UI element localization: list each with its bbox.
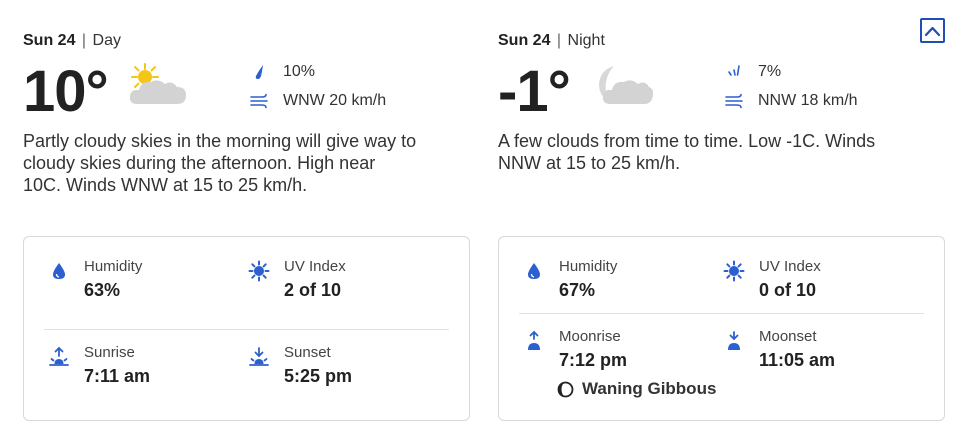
moonset-label: Moonset (759, 328, 817, 345)
wind-icon (725, 93, 743, 109)
card-divider (519, 313, 924, 314)
collapse-button[interactable] (920, 18, 945, 43)
day-wind: WNW 20 km/h (249, 92, 386, 110)
humidity-drop-icon (53, 263, 65, 279)
night-summary: A few clouds from time to time. Low -1C.… (498, 131, 876, 173)
sunrise-value: 7:11 am (84, 366, 151, 386)
night-precipitation: 7% (724, 63, 781, 81)
uv-value: 2 of 10 (284, 280, 342, 300)
night-heading: Sun 24 | Night (498, 32, 605, 50)
raindrop-icon (255, 65, 263, 79)
day-sunrise: Sunrise 7:11 am (48, 344, 150, 388)
sunset-label: Sunset (284, 344, 331, 361)
night-uv-index: UV Index 0 of 10 (723, 258, 821, 302)
night-separator: | (556, 32, 562, 49)
moonset-icon (728, 331, 740, 350)
humidity-value: 63% (84, 280, 121, 300)
uv-sun-icon (723, 260, 745, 282)
uv-sun-icon (248, 260, 270, 282)
sunrise-icon (49, 346, 69, 366)
moonrise-icon (528, 330, 540, 350)
humidity-drop-icon (528, 263, 540, 279)
uv-label: UV Index (284, 258, 346, 275)
humidity-label: Humidity (559, 258, 618, 275)
night-temperature: -1° (498, 59, 571, 124)
moonset-value: 11:05 am (759, 350, 836, 370)
day-separator: | (81, 32, 87, 49)
day-details-card: Humidity 63% UV Index 2 of 10 Sunrise 7:… (23, 236, 470, 421)
day-summary: Partly cloudy skies in the morning will … (23, 131, 417, 195)
sunset-icon (249, 347, 269, 366)
day-humidity: Humidity 63% (48, 258, 142, 302)
partly-cloudy-day-icon (129, 63, 186, 104)
moon-phase-label: Waning Gibbous (582, 379, 717, 398)
night-part-label: Night (567, 32, 605, 49)
moon-phase: Waning Gibbous (557, 379, 716, 399)
day-uv-index: UV Index 2 of 10 (248, 258, 346, 302)
day-sunset: Sunset 5:25 pm (248, 344, 352, 388)
card-divider (44, 329, 449, 330)
day-heading: Sun 24 | Day (23, 32, 121, 50)
night-moonset: Moonset 11:05 am (723, 328, 835, 372)
wind-icon (250, 93, 268, 109)
day-precipitation: 10% (249, 63, 315, 81)
sunrise-label: Sunrise (84, 344, 135, 361)
day-temperature: 10° (23, 59, 109, 124)
moonrise-value: 7:12 pm (559, 350, 628, 370)
night-moonrise: Moonrise 7:12 pm (523, 328, 627, 372)
moonrise-label: Moonrise (559, 328, 621, 345)
night-details-card: Humidity 67% UV Index 0 of 10 Moonrise 7… (498, 236, 945, 421)
day-part-label: Day (92, 32, 121, 49)
night-wind: NNW 18 km/h (724, 92, 858, 110)
day-precip-value: 10% (283, 63, 316, 80)
chevron-up-icon (924, 26, 941, 36)
day-wind-value: WNW 20 km/h (283, 92, 387, 109)
waning-gibbous-icon (557, 381, 574, 397)
partly-cloudy-night-icon (599, 66, 654, 104)
night-precip-value: 7% (758, 63, 782, 80)
sunset-value: 5:25 pm (284, 366, 353, 386)
uv-label: UV Index (759, 258, 821, 275)
humidity-value: 67% (559, 280, 596, 300)
night-wind-value: NNW 18 km/h (758, 92, 858, 109)
night-humidity: Humidity 67% (523, 258, 617, 302)
humidity-label: Humidity (84, 258, 143, 275)
day-date: Sun 24 (23, 32, 76, 49)
rain-streaks-icon (728, 65, 740, 76)
uv-value: 0 of 10 (759, 280, 817, 300)
night-date: Sun 24 (498, 32, 551, 49)
